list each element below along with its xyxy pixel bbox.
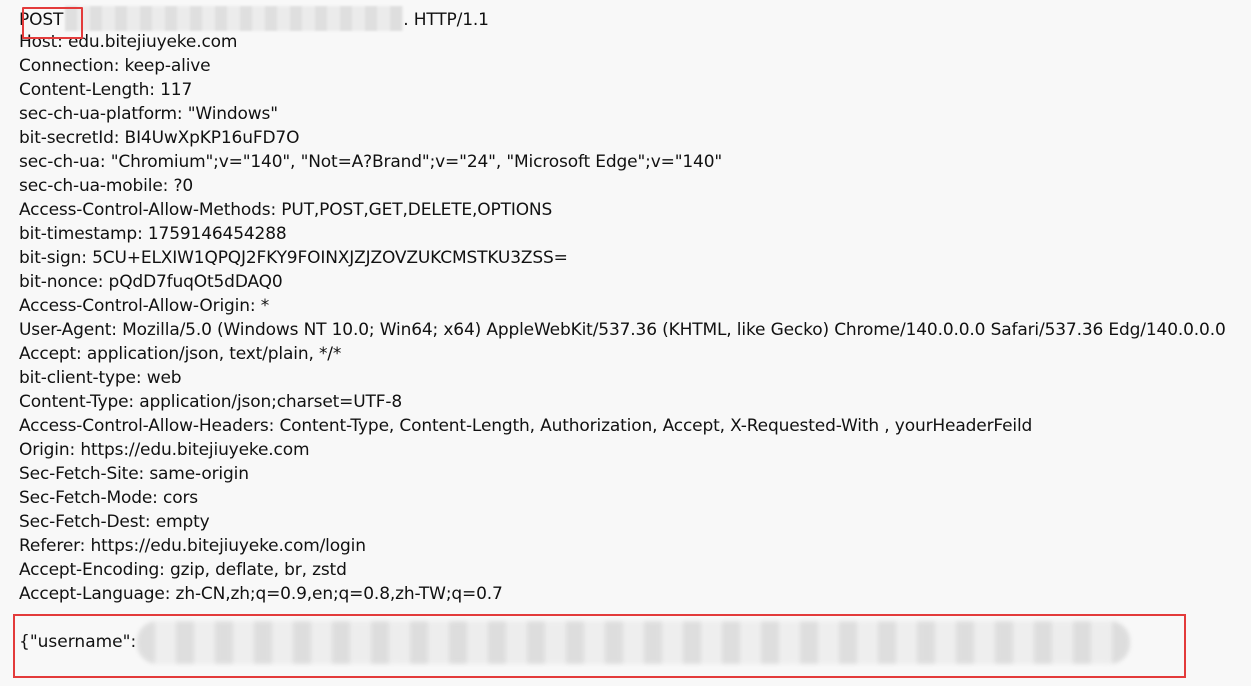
header-line: bit-timestamp: 1759146454288 <box>19 224 287 244</box>
header-line: Content-Type: application/json;charset=U… <box>19 392 403 412</box>
header-line: Accept-Language: zh-CN,zh;q=0.9,en;q=0.8… <box>19 584 503 604</box>
header-line: Sec-Fetch-Mode: cors <box>19 488 199 508</box>
header-line: bit-secretId: BI4UwXpKP16uFD7O <box>19 128 300 148</box>
request-body-prefix: {"username": <box>19 632 137 652</box>
header-line: bit-sign: 5CU+ELXIW1QPQJ2FKY9FOINXJZJZOV… <box>19 248 568 268</box>
header-line: Sec-Fetch-Site: same-origin <box>19 464 249 484</box>
header-line: Access-Control-Allow-Origin: * <box>19 296 270 316</box>
header-line: Accept: application/json, text/plain, */… <box>19 344 342 364</box>
header-line: bit-nonce: pQdD7fuqOt5dDAQ0 <box>19 272 283 292</box>
request-line: POST. HTTP/1.1 <box>19 6 1251 39</box>
request-protocol: . HTTP/1.1 <box>403 10 489 30</box>
redacted-body-value <box>137 621 1130 664</box>
header-line: sec-ch-ua-mobile: ?0 <box>19 176 194 196</box>
header-line: Connection: keep-alive <box>19 56 211 76</box>
method-highlight-box <box>22 7 83 39</box>
redacted-url <box>65 6 404 31</box>
header-line: Access-Control-Allow-Methods: PUT,POST,G… <box>19 200 553 220</box>
header-line: Sec-Fetch-Dest: empty <box>19 512 210 532</box>
header-line: Access-Control-Allow-Headers: Content-Ty… <box>19 416 1033 436</box>
header-line: Referer: https://edu.bitejiuyeke.com/log… <box>19 536 366 556</box>
header-line: Origin: https://edu.bitejiuyeke.com <box>19 440 310 460</box>
header-line: User-Agent: Mozilla/5.0 (Windows NT 10.0… <box>19 320 1226 340</box>
header-line: sec-ch-ua: "Chromium";v="140", "Not=A?Br… <box>19 152 723 172</box>
header-line: Accept-Encoding: gzip, deflate, br, zstd <box>19 560 347 580</box>
header-line: sec-ch-ua-platform: "Windows" <box>19 104 278 124</box>
header-line: Content-Length: 117 <box>19 80 193 100</box>
http-request-viewer: POST. HTTP/1.1 Host: edu.bitejiuyeke.com… <box>0 0 1251 686</box>
request-text: POST. HTTP/1.1 Host: edu.bitejiuyeke.com… <box>19 6 1251 606</box>
header-line: bit-client-type: web <box>19 368 182 388</box>
header-line: Host: edu.bitejiuyeke.com <box>19 32 238 52</box>
